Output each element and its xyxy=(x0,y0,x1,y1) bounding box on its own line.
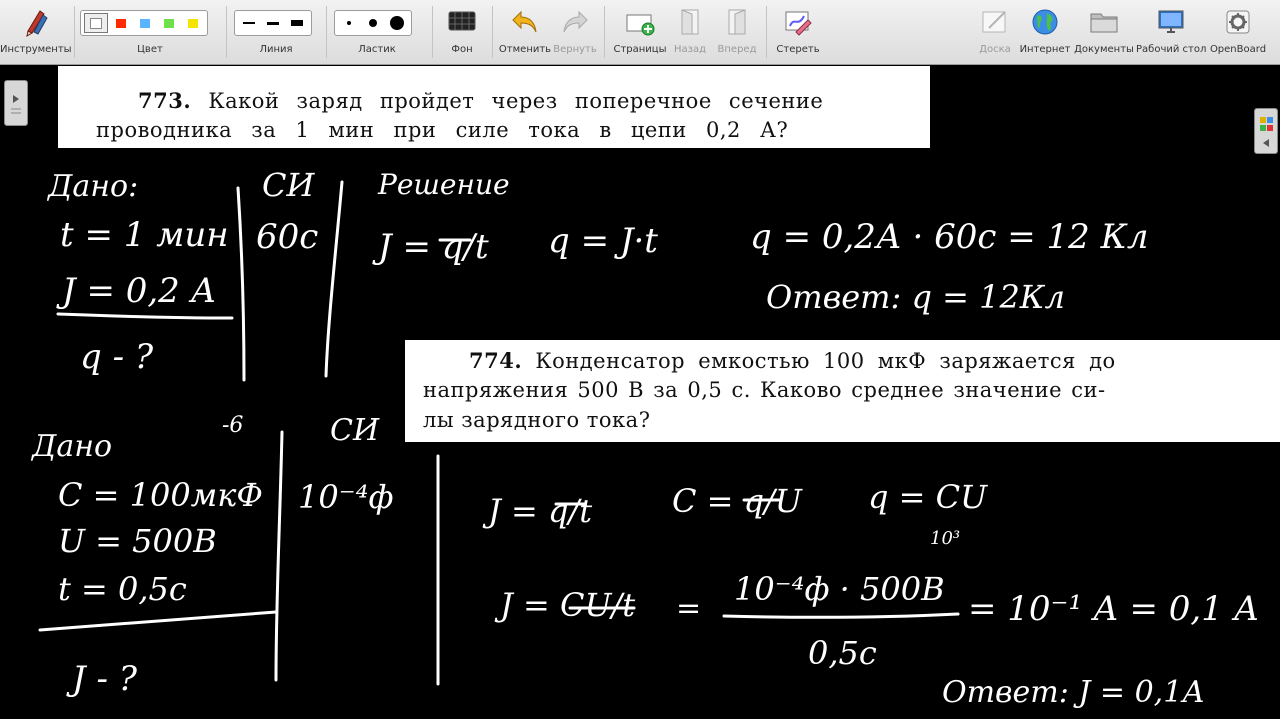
given-773-current: J = 0,2 А xyxy=(56,271,216,311)
formula-774-charge-note: 10³ xyxy=(930,528,960,549)
formula-773-current: J = q/t xyxy=(372,227,489,267)
given-774-time: t = 0,5с xyxy=(58,570,187,608)
si-773-heading: СИ xyxy=(262,166,315,204)
formula-773-charge: q = J·t xyxy=(548,221,658,261)
given-774-unknown: J - ? xyxy=(66,659,138,699)
divider-773-given xyxy=(236,186,246,382)
given-774-voltage: U = 500В xyxy=(58,522,217,560)
calc-774-numerator: 10⁻⁴ф · 500В xyxy=(734,570,945,608)
si-774-capacitance: 10⁻⁴ф xyxy=(298,478,393,516)
divider-773-si xyxy=(324,180,344,378)
handwriting-layer: Дано: t = 1 мин J = 0,2 А q - ? СИ 60с Р… xyxy=(30,166,1259,710)
formula-774-current: J = q/t xyxy=(482,492,592,530)
given-774-capacitance: C = 100мкФ xyxy=(58,476,263,514)
given-773-unknown: q - ? xyxy=(80,337,154,377)
formula-774-equals: = xyxy=(676,591,701,626)
fraction-774-calc xyxy=(722,612,960,619)
formula-774-capacitance: C = q/U xyxy=(672,482,803,520)
given-773-time: t = 1 мин xyxy=(60,215,229,255)
calc-774-denominator: 0,5с xyxy=(808,634,877,672)
formula-774-charge: q = CU xyxy=(868,478,988,516)
si-773-time: 60с xyxy=(256,217,318,257)
divider-774-given xyxy=(274,430,284,682)
underline-774-given xyxy=(38,610,278,632)
si-774-heading: СИ xyxy=(330,413,380,448)
given-774-exponent: -6 xyxy=(222,413,243,438)
answer-773: Ответ: q = 12Кл xyxy=(766,278,1065,316)
calc-773: q = 0,2А · 60с = 12 Кл xyxy=(750,217,1149,257)
calc-774-result: = 10⁻¹ А = 0,1 А xyxy=(968,589,1259,629)
answer-774: Ответ: J = 0,1А xyxy=(942,675,1205,710)
given-773-heading: Дано: xyxy=(46,169,138,204)
given-774-heading: Дано xyxy=(30,429,112,464)
formula-774-substituted: J = CU/t xyxy=(494,586,635,624)
underline-773-given xyxy=(56,312,234,320)
solution-773-heading: Решение xyxy=(377,168,510,201)
